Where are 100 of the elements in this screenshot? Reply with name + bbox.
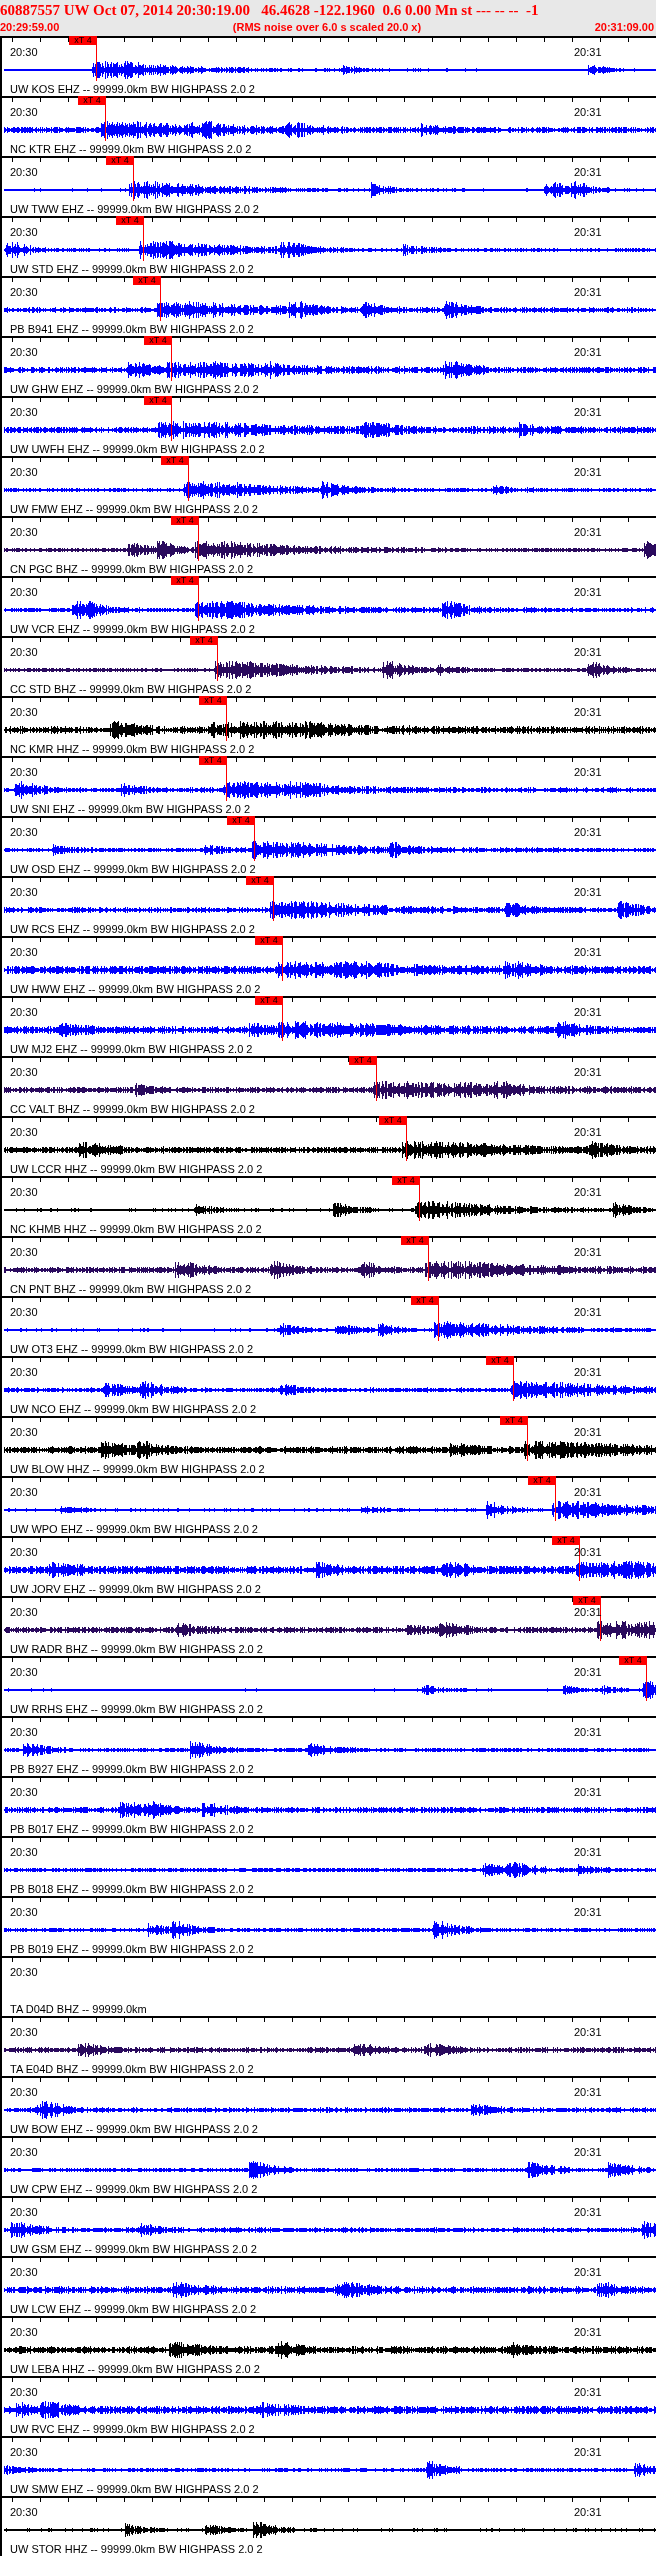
station-label: PB B019 EHZ -- 99999.0km BW HIGHPASS 2.0 2 [9, 1943, 254, 1955]
pick-marker: xT 4 [69, 36, 97, 45]
time-label: 20:31 [574, 1726, 602, 1738]
time-label: 20:31 [574, 46, 602, 58]
time-label: 20:31 [574, 166, 602, 178]
time-label: 20:30 [10, 1306, 38, 1318]
pick-line [513, 1364, 514, 1402]
pick-marker: xT 4 [246, 876, 274, 885]
time-label: 20:31 [574, 286, 602, 298]
time-label: 20:30 [10, 1606, 38, 1618]
pick-line [133, 164, 134, 202]
station-label: UW BLOW HHZ -- 99999.0km BW HIGHPASS 2.0 2 [9, 1463, 265, 1475]
time-label: 20:30 [10, 1906, 38, 1918]
pick-line [438, 1304, 439, 1342]
station-label: UW SMW EHZ -- 99999.0km BW HIGHPASS 2.0 2 [9, 2483, 259, 2495]
time-label: 20:31 [574, 2386, 602, 2398]
start-time: 20:29:59.00 [0, 20, 60, 34]
time-label: 20:31 [574, 466, 602, 478]
station-label: UW FMW EHZ -- 99999.0km BW HIGHPASS 2.0 2 [9, 503, 258, 515]
pick-marker: xT 4 [500, 1416, 528, 1425]
station-label: NC KHMB HHZ -- 99999.0km BW HIGHPASS 2.0 2 [9, 1223, 262, 1235]
pick-line [188, 464, 189, 502]
station-label: UW LEBA HHZ -- 99999.0km BW HIGHPASS 2.0 2 [9, 2363, 260, 2375]
station-label: CC STD BHZ -- 99999.0km BW HIGHPASS 2.0 2 [9, 683, 252, 695]
time-label: 20:30 [10, 886, 38, 898]
pick-marker: xT 4 [486, 1356, 514, 1365]
time-label: 20:30 [10, 2326, 38, 2338]
pick-line [198, 524, 199, 562]
time-label: 20:30 [10, 1666, 38, 1678]
station-label: UW RRHS EHZ -- 99999.0km BW HIGHPASS 2.0 2 [9, 1703, 263, 1715]
time-label: 20:30 [10, 1126, 38, 1138]
station-label: NC KTR EHZ -- 99999.0km BW HIGHPASS 2.0 2 [9, 143, 252, 155]
time-label: 20:31 [574, 346, 602, 358]
station-label: UW STD EHZ -- 99999.0km BW HIGHPASS 2.0 2 [9, 263, 254, 275]
time-label: 20:31 [574, 106, 602, 118]
time-label: 20:30 [10, 2206, 38, 2218]
station-label: UW BOW EHZ -- 99999.0km BW HIGHPASS 2.0 2 [9, 2123, 258, 2135]
pick-line [226, 764, 227, 802]
pick-marker: xT 4 [255, 936, 283, 945]
time-label: 20:30 [10, 646, 38, 658]
event-title: 60887557 UW Oct 07, 2014 20:30:19.00 46.4628 -122.1960 0.6 0.00 Mn st --- -- -- -1 [0, 1, 540, 20]
pick-marker: xT 4 [528, 1476, 556, 1485]
time-label: 20:30 [10, 586, 38, 598]
time-label: 20:31 [574, 1066, 602, 1078]
time-label: 20:31 [574, 1366, 602, 1378]
pick-line [143, 224, 144, 262]
pick-marker: xT 4 [349, 1056, 377, 1065]
time-label: 20:30 [10, 946, 38, 958]
time-label: 20:30 [10, 1966, 38, 1978]
pick-marker: xT 4 [78, 96, 106, 105]
time-label: 20:30 [10, 2266, 38, 2278]
pick-marker: xT 4 [392, 1176, 420, 1185]
pick-line [171, 404, 172, 442]
time-label: 20:30 [10, 2086, 38, 2098]
time-label: 20:30 [10, 1786, 38, 1798]
time-label: 20:30 [10, 166, 38, 178]
time-label: 20:30 [10, 2506, 38, 2518]
station-label: PB B018 EHZ -- 99999.0km BW HIGHPASS 2.0 2 [9, 1883, 254, 1895]
pick-marker: xT 4 [619, 1656, 647, 1665]
time-label: 20:31 [574, 2266, 602, 2278]
station-label: UW STOR HHZ -- 99999.0km BW HIGHPASS 2.0 2 [9, 2543, 263, 2555]
station-label: CN PGC BHZ -- 99999.0km BW HIGHPASS 2.0 2 [9, 563, 254, 575]
time-label: 20:31 [574, 2206, 602, 2218]
station-label: UW JORV EHZ -- 99999.0km BW HIGHPASS 2.0 2 [9, 1583, 261, 1595]
pick-line [527, 1424, 528, 1462]
time-label: 20:31 [574, 2086, 602, 2098]
time-label: 20:30 [10, 1186, 38, 1198]
time-label: 20:31 [574, 1846, 602, 1858]
station-label: TA D04D BHZ -- 99999.0km [9, 2003, 147, 2015]
station-label: UW OSD EHZ -- 99999.0km BW HIGHPASS 2.0 2 [9, 863, 256, 875]
station-label: UW CPW EHZ -- 99999.0km BW HIGHPASS 2.0 2 [9, 2183, 258, 2195]
pick-line [282, 1004, 283, 1042]
time-label: 20:30 [10, 1366, 38, 1378]
station-label: UW SNI EHZ -- 99999.0km BW HIGHPASS 2.0 2 [9, 803, 251, 815]
pick-line [376, 1064, 377, 1102]
time-label: 20:31 [574, 1426, 602, 1438]
pick-marker: xT 4 [552, 1536, 580, 1545]
time-label: 20:31 [574, 886, 602, 898]
time-label: 20:30 [10, 1546, 38, 1558]
pick-marker: xT 4 [144, 336, 172, 345]
time-label: 20:31 [574, 2506, 602, 2518]
station-label: UW WPO EHZ -- 99999.0km BW HIGHPASS 2.0 2 [9, 1523, 258, 1535]
pick-line [171, 344, 172, 382]
pick-line [555, 1484, 556, 1522]
pick-marker: xT 4 [133, 276, 161, 285]
pick-marker: xT 4 [199, 696, 227, 705]
station-label: UW NCO EHZ -- 99999.0km BW HIGHPASS 2.0 2 [9, 1403, 257, 1415]
station-label: UW GHW EHZ -- 99999.0km BW HIGHPASS 2.0 2 [9, 383, 259, 395]
pick-marker: xT 4 [190, 636, 218, 645]
station-label: UW RCS EHZ -- 99999.0km BW HIGHPASS 2.0 2 [9, 923, 255, 935]
station-label: UW LCW EHZ -- 99999.0km BW HIGHPASS 2.0 2 [9, 2303, 257, 2315]
time-label: 20:31 [574, 406, 602, 418]
time-label: 20:31 [574, 1006, 602, 1018]
station-label: UW VCR EHZ -- 99999.0km BW HIGHPASS 2.0 2 [9, 623, 255, 635]
time-label: 20:30 [10, 466, 38, 478]
pick-line [419, 1184, 420, 1222]
station-label: UW TWW EHZ -- 99999.0km BW HIGHPASS 2.0 2 [9, 203, 259, 215]
pick-marker: xT 4 [255, 996, 283, 1005]
time-label: 20:31 [574, 2326, 602, 2338]
pick-marker: xT 4 [573, 1596, 601, 1605]
